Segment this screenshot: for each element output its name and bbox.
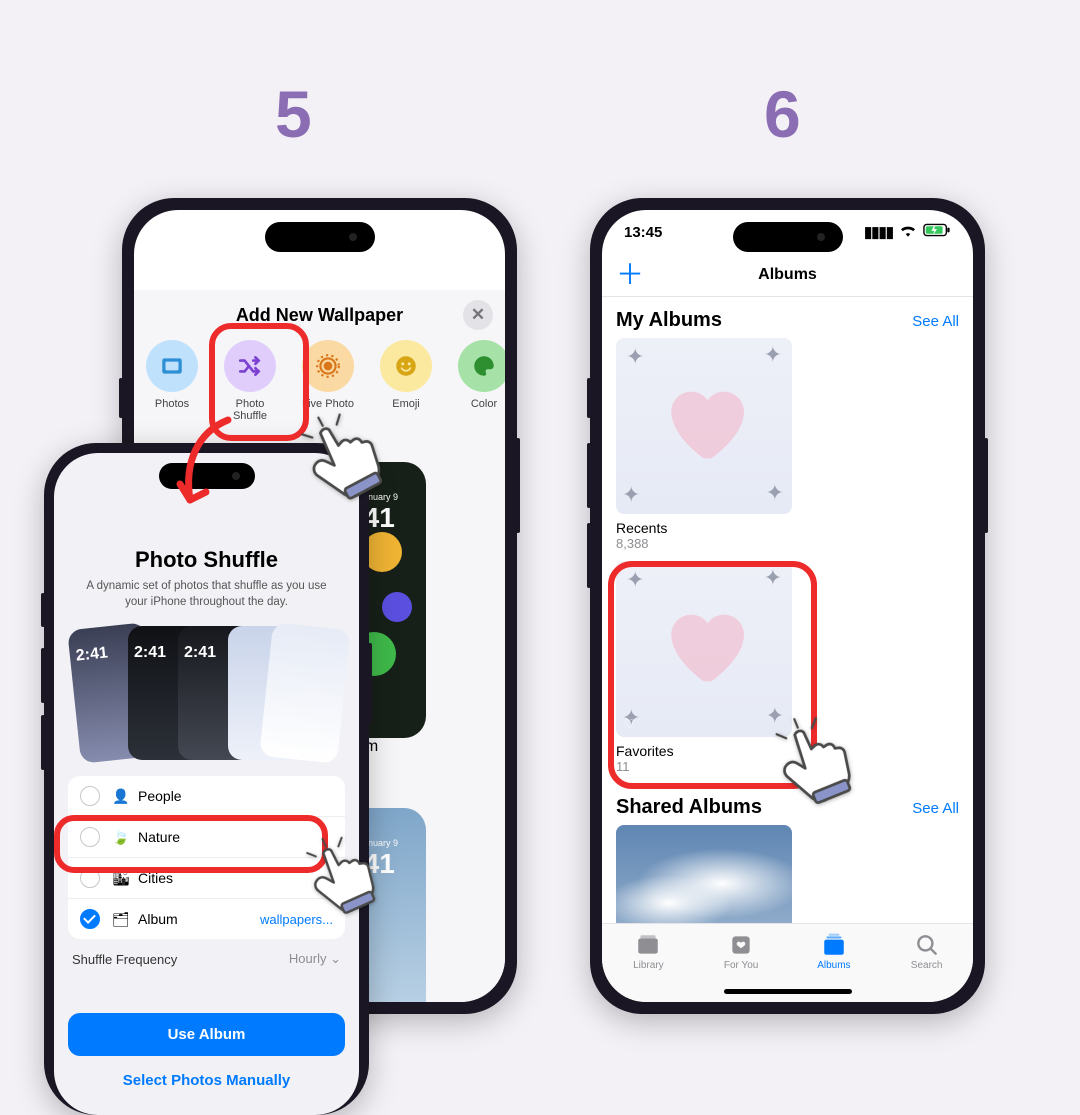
tab-label: For You — [724, 960, 758, 971]
album-title: Recents — [616, 520, 959, 536]
close-icon: ✕ — [471, 305, 485, 324]
option-label: People — [138, 788, 182, 804]
highlight-album-row — [54, 815, 328, 873]
dynamic-island — [733, 222, 843, 252]
preview-fan: 2:41 2:41 2:41 — [68, 624, 345, 764]
category-photos[interactable]: Photos — [146, 340, 198, 422]
battery-icon — [923, 223, 951, 241]
live-photo-icon — [315, 353, 341, 379]
tab-search[interactable]: Search — [880, 924, 973, 1002]
section-title-my-albums: My Albums — [616, 309, 722, 332]
close-button[interactable]: ✕ — [463, 300, 493, 330]
tab-bar: Library For You Albums Search — [602, 923, 973, 1002]
tab-label: Search — [911, 960, 943, 971]
album-icon: 🗂 — [112, 911, 128, 928]
person-icon: 👤 — [112, 788, 128, 805]
add-album-button[interactable]: ＋ — [616, 254, 644, 296]
see-all-link[interactable]: See All — [912, 313, 959, 330]
album-recents[interactable]: ✦✦ ✦✦ Recents 8,388 — [616, 338, 959, 551]
sheet-title: Add New Wallpaper — [236, 305, 403, 325]
category-emoji[interactable]: Emoji — [380, 340, 432, 422]
select-photos-manually-button[interactable]: Select Photos Manually — [68, 1062, 345, 1099]
library-icon — [635, 932, 661, 958]
for-you-icon — [728, 932, 754, 958]
see-all-link[interactable]: See All — [912, 800, 959, 817]
emoji-icon — [393, 353, 419, 379]
category-color[interactable]: Color — [458, 340, 505, 422]
category-label: Color — [471, 398, 497, 410]
step-number-5: 5 — [275, 76, 312, 152]
photo-shuffle-sheet: Photo Shuffle A dynamic set of photos th… — [54, 513, 359, 1115]
shuffle-frequency-row[interactable]: Shuffle Frequency Hourly ⌄ — [68, 939, 345, 979]
frequency-label: Shuffle Frequency — [72, 952, 177, 967]
sheet-title: Photo Shuffle — [68, 547, 345, 573]
tab-library[interactable]: Library — [602, 924, 695, 1002]
preview-time: 2:41 — [184, 644, 216, 662]
album-count: 8,388 — [616, 536, 959, 551]
home-indicator[interactable] — [724, 989, 852, 994]
highlight-photo-shuffle — [209, 323, 309, 441]
wifi-icon — [899, 223, 917, 241]
status-time: 13:45 — [624, 224, 662, 241]
dynamic-island — [265, 222, 375, 252]
phone-front: Photo Shuffle A dynamic set of photos th… — [44, 443, 369, 1115]
sheet-subtitle: A dynamic set of photos that shuffle as … — [68, 579, 345, 610]
signal-icon: ▮▮▮▮ — [864, 223, 893, 241]
use-album-button[interactable]: Use Album — [68, 1013, 345, 1056]
nav-bar: ＋ Albums — [602, 254, 973, 297]
tab-label: Library — [633, 960, 664, 971]
section-title-shared-albums: Shared Albums — [616, 796, 762, 819]
option-people[interactable]: 👤 People — [68, 776, 345, 817]
photos-icon — [159, 353, 185, 379]
albums-icon — [821, 932, 847, 958]
option-album[interactable]: 🗂Albumwallpapers... — [68, 899, 345, 939]
preview-time: 2:41 — [75, 644, 109, 665]
option-label: Album — [138, 911, 178, 927]
category-label: Emoji — [392, 398, 420, 410]
preview-time: 2:41 — [134, 644, 166, 662]
search-icon — [914, 932, 940, 958]
step-number-6: 6 — [764, 76, 801, 152]
nav-title: Albums — [758, 266, 817, 283]
frequency-value: Hourly ⌄ — [289, 951, 341, 967]
category-row: Photos Photo Shuffle Live Photo Emoji — [134, 340, 505, 422]
category-label: Photos — [155, 398, 189, 410]
tab-label: Albums — [817, 960, 850, 971]
palette-icon — [471, 353, 497, 379]
